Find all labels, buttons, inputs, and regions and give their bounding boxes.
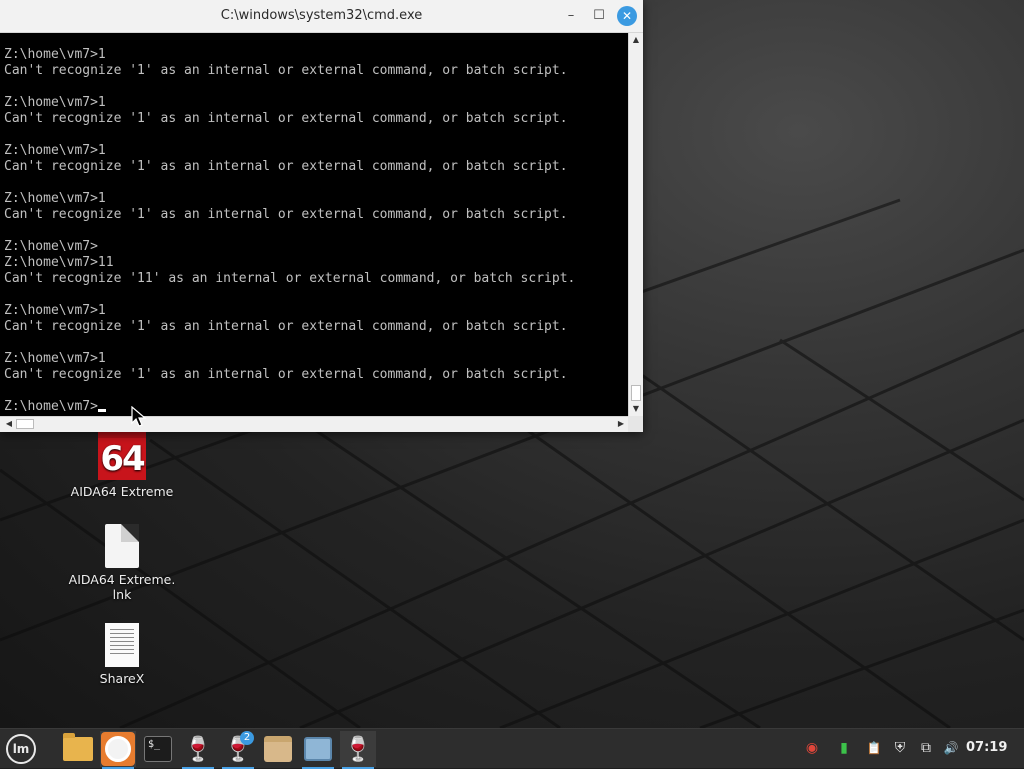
- battery-icon: ▮: [840, 740, 848, 756]
- desktop-icon-label: AIDA64 Extreme. lnk: [68, 572, 176, 602]
- horizontal-scroll-thumb[interactable]: [16, 419, 34, 429]
- tray-shield[interactable]: ⛨: [888, 729, 912, 767]
- clipboard-icon: 📋: [866, 741, 882, 755]
- tray-volume[interactable]: 🔊: [939, 729, 963, 767]
- file-icon: [105, 524, 139, 568]
- wine-glass-icon: 🍷: [343, 735, 373, 763]
- terminal-icon: $_: [144, 736, 172, 762]
- taskbar-terminal[interactable]: $_: [140, 731, 176, 767]
- taskbar: lm $_ 🍷 🍷 2 🍷 ◉ ▮ 📋 ⛨ ⧉ 🔊 07:19: [0, 728, 1024, 769]
- linux-mint-menu-icon: lm: [6, 734, 36, 764]
- scrollbar-corner: [628, 416, 643, 432]
- horizontal-scrollbar[interactable]: ◀ ▶: [0, 416, 628, 432]
- text-cursor: [97, 409, 106, 412]
- desktop-icon-label: ShareX: [99, 671, 145, 686]
- taskbar-firefox[interactable]: [100, 731, 136, 769]
- close-button[interactable]: ✕: [617, 6, 637, 26]
- cmd-window: C:\windows\system32\cmd.exe – ☐ ✕ Z:\hom…: [0, 0, 643, 432]
- document-icon: [105, 623, 139, 667]
- scroll-left-arrow-icon[interactable]: ◀: [2, 417, 16, 431]
- firefox-icon: [105, 736, 131, 762]
- chrome-icon: ◉: [805, 740, 819, 756]
- desktop-icon-aida64-lnk[interactable]: AIDA64 Extreme. lnk: [67, 524, 177, 602]
- taskbar-menu-button[interactable]: lm: [3, 731, 39, 767]
- minimize-button[interactable]: –: [561, 6, 581, 26]
- console-text: Z:\home\vm7>1 Can't recognize '1' as an …: [4, 47, 576, 414]
- tray-chrome[interactable]: ◉: [800, 729, 824, 767]
- desktop-icon-sharex[interactable]: ShareX: [67, 623, 177, 686]
- tray-clipboard[interactable]: 📋: [862, 729, 886, 767]
- folder-icon: [63, 733, 93, 761]
- network-icon: ⧉: [921, 740, 931, 756]
- volume-icon: 🔊: [943, 741, 959, 755]
- taskbar-installer[interactable]: [300, 731, 336, 769]
- vertical-scroll-thumb[interactable]: [631, 385, 641, 401]
- maximize-button[interactable]: ☐: [589, 6, 609, 26]
- taskbar-wine-1[interactable]: 🍷: [180, 731, 216, 769]
- window-count-badge: 2: [240, 731, 254, 745]
- taskbar-files[interactable]: [60, 731, 96, 767]
- taskbar-wine-active[interactable]: 🍷: [340, 731, 376, 769]
- title-bar[interactable]: C:\windows\system32\cmd.exe – ☐ ✕: [0, 0, 643, 33]
- console-output[interactable]: Z:\home\vm7>1 Can't recognize '1' as an …: [0, 33, 628, 416]
- tray-network[interactable]: ⧉: [914, 729, 938, 767]
- console-prompt: Z:\home\vm7>: [4, 399, 98, 414]
- clock[interactable]: 07:19: [966, 729, 1007, 767]
- tray-battery[interactable]: ▮: [832, 729, 856, 767]
- desktop-icon-aida64[interactable]: 64 AIDA64 Extreme: [67, 432, 177, 499]
- scroll-right-arrow-icon[interactable]: ▶: [614, 417, 628, 431]
- desktop-icon-label: AIDA64 Extreme: [70, 484, 174, 499]
- window-title: C:\windows\system32\cmd.exe: [220, 8, 423, 23]
- taskbar-archive[interactable]: [260, 731, 296, 767]
- wine-glasses-icon: 🍷: [183, 735, 213, 763]
- scroll-up-arrow-icon[interactable]: ▲: [629, 33, 643, 47]
- vertical-scrollbar[interactable]: ▲ ▼: [628, 33, 643, 416]
- installer-icon: [304, 737, 332, 761]
- archive-box-icon: [264, 736, 292, 762]
- taskbar-wine-2[interactable]: 🍷 2: [220, 731, 256, 769]
- aida64-icon: 64: [98, 432, 146, 480]
- mouse-pointer-icon: [131, 406, 147, 427]
- shield-icon: ⛨: [894, 740, 906, 756]
- scroll-down-arrow-icon[interactable]: ▼: [629, 402, 643, 416]
